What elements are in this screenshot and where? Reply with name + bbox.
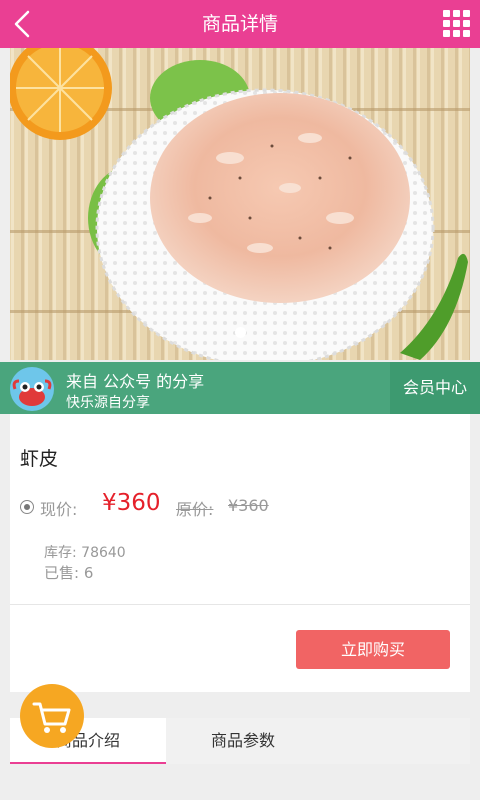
sold-label: 已售:: [44, 564, 80, 582]
page-title: 商品详情: [201, 13, 278, 35]
sold-count: 已售: 6: [44, 562, 93, 583]
member-center-button[interactable]: 会员中心: [390, 362, 480, 414]
top-bar: 商品详情: [0, 0, 480, 48]
tab-bar-filler: [320, 718, 470, 764]
share-banner: 来自 公众号 的分享 快乐源自分享 会员中心: [0, 362, 480, 414]
original-price-label: 原价:: [176, 500, 214, 519]
share-slogan: 快乐源自分享: [66, 395, 150, 411]
product-photo: [10, 48, 470, 360]
stock-count: 库存: 78640: [44, 545, 126, 561]
divider: [10, 604, 470, 605]
crab-avatar: [10, 367, 54, 411]
product-image-carousel[interactable]: [10, 48, 470, 360]
current-price-label: 现价:: [40, 500, 78, 519]
grid-icon[interactable]: [442, 9, 472, 39]
product-name: 虾皮: [20, 448, 59, 470]
product-info-card: 虾皮 现价: ¥360 原价: ¥360 库存: 78640 已售: 6 立即购…: [10, 414, 470, 692]
tab-parameters[interactable]: 商品参数: [166, 718, 320, 764]
buy-now-button[interactable]: 立即购买: [296, 630, 450, 669]
original-price: ¥360: [228, 496, 269, 515]
cart-icon: [32, 702, 71, 733]
price-radio[interactable]: [20, 500, 34, 514]
share-source: 来自 公众号 的分享: [66, 372, 205, 391]
cart-button[interactable]: [20, 684, 84, 748]
current-price: ¥360: [102, 490, 161, 516]
price-row: 现价: ¥360 原价: ¥360: [20, 490, 460, 522]
carousel-indicator: [10, 323, 470, 342]
carousel-dot[interactable]: [234, 327, 246, 338]
sold-value: 6: [83, 564, 94, 582]
